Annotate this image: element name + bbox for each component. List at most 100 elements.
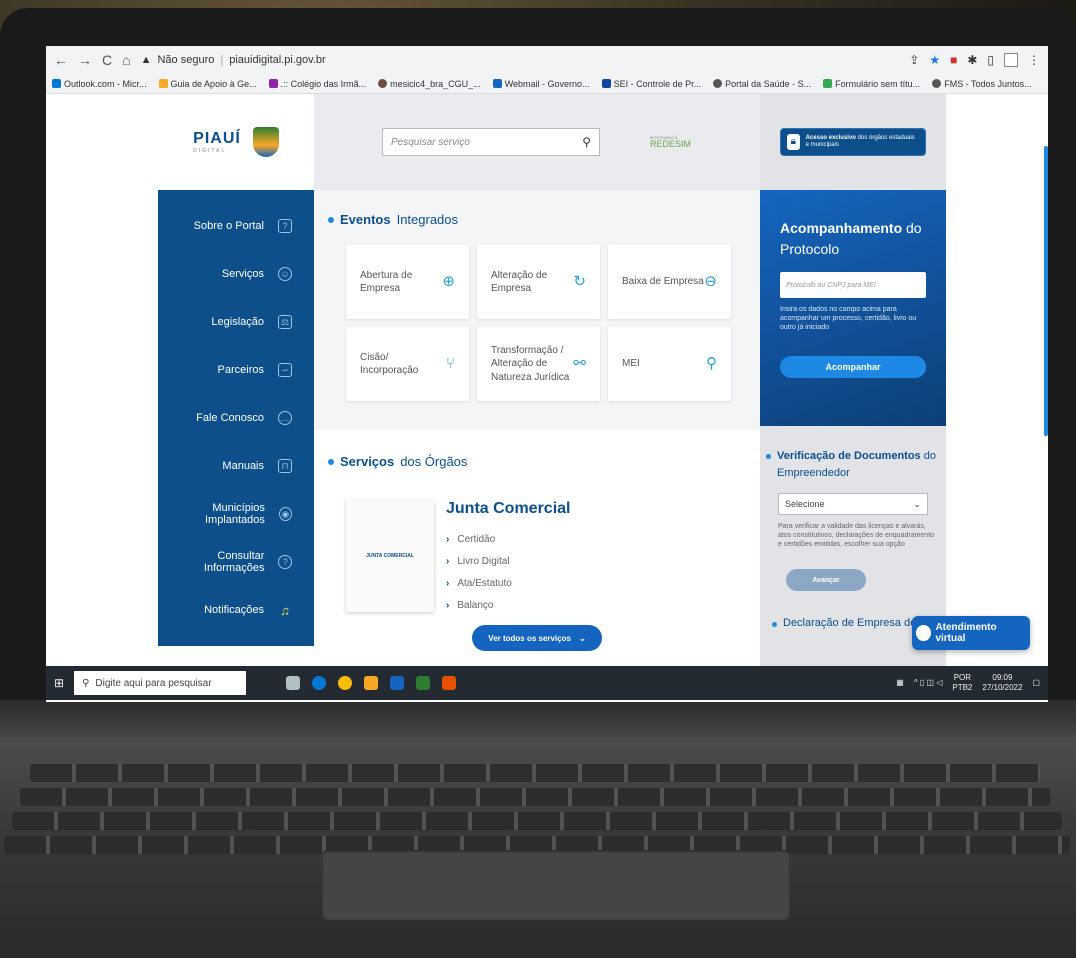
site-logo[interactable]: PIAUÍ DIGITAL [158, 94, 314, 190]
chevron-right-icon: › [446, 577, 450, 589]
verificacao-help: Para verificar a validade das licenças e… [778, 523, 935, 548]
merge-icon: ⑂ [445, 354, 455, 372]
bookmark-item[interactable]: Webmail - Governo... [492, 79, 590, 89]
webmail-icon [492, 79, 502, 88]
home-icon[interactable]: ⌂ [122, 52, 130, 68]
bookmarks-bar: Outlook.com - Micr... Guia de Apoio à Ge… [46, 74, 1048, 94]
notification-icon[interactable]: ▢ [1032, 678, 1040, 688]
bookmark-item[interactable]: SEI - Controle de Pr... [601, 79, 701, 89]
protocolo-input[interactable]: Protocolo ou CNPJ para MEI [780, 272, 926, 298]
card-alteracao[interactable]: Alteração de Empresa ↻ [477, 245, 600, 319]
address-bar[interactable]: ▲ Não seguro | piauidigital.pi.gov.br [141, 54, 326, 66]
laptop-screen: ← → C ⌂ ▲ Não seguro | piauidigital.pi.g… [46, 46, 1048, 702]
documento-select[interactable]: Selecione ⌄ [778, 493, 928, 515]
card-cisao[interactable]: Cisão/ Incorporação ⑂ [346, 327, 469, 401]
chrome-icon[interactable] [338, 676, 353, 690]
book-icon: ⊓ [278, 459, 292, 473]
eventos-cards: Abertura de Empresa ⊕ Alteração de Empres… [314, 227, 760, 401]
card-mei[interactable]: MEI ⚲ [608, 327, 731, 401]
question-icon: ? [278, 219, 292, 233]
bookmark-item[interactable]: FMS - Todos Juntos... [932, 79, 1032, 89]
sidebar-item-manuais[interactable]: Manuais ⊓ [158, 442, 314, 490]
sidebar-item-municipios[interactable]: Municípios Implantados ◉ [158, 490, 314, 538]
outlook-icon [52, 79, 61, 88]
reload-icon[interactable]: C [102, 52, 112, 68]
excel-icon[interactable] [416, 676, 431, 690]
search-icon: ⚲ [82, 677, 90, 689]
atendimento-virtual-button[interactable]: Atendimento virtual [912, 616, 1030, 650]
profile-avatar[interactable] [1004, 53, 1018, 67]
extensions-icon[interactable]: ✱ [967, 53, 977, 67]
acesso-exclusivo-button[interactable]: 🔒︎ Acesso exclusivo dos órgãos estaduais… [780, 128, 926, 156]
word-icon[interactable] [390, 676, 405, 690]
chevron-right-icon: › [446, 599, 450, 611]
globe-icon [378, 79, 388, 88]
chatbot-icon [916, 625, 932, 641]
eventos-title: Eventos Integrados [314, 190, 760, 227]
sidebar-item-notificacoes[interactable]: Notificações ♫ [158, 586, 314, 634]
share-icon[interactable]: ⇪ [909, 53, 919, 67]
forward-icon[interactable]: → [78, 52, 92, 68]
url-separator: | [220, 54, 224, 66]
bookmark-item[interactable]: Guia de Apoio à Ge... [158, 79, 257, 89]
bookmark-item[interactable]: Formulário sem títu... [823, 79, 920, 89]
star-icon[interactable]: ★ [929, 53, 940, 67]
language-indicator[interactable]: POR PTB2 [952, 673, 972, 693]
star-burst-icon [158, 79, 168, 88]
search-input[interactable]: Pesquisar serviço ⚲ [382, 128, 600, 156]
map-pin-icon: ◉ [278, 507, 292, 521]
laptop-keyboard-deck [0, 738, 1076, 958]
task-view-icon[interactable] [286, 676, 301, 690]
bookmark-item[interactable]: .:: Colégio das Irmã... [268, 79, 366, 89]
sei-icon [601, 79, 611, 88]
info-icon: ? [278, 555, 292, 569]
junta-comercial-title[interactable]: Junta Comercial [446, 500, 570, 518]
bookmark-item[interactable]: Outlook.com - Micr... [52, 79, 147, 89]
clock[interactable]: 09:09 27/10/2022 [982, 673, 1022, 693]
pdf-extension-icon[interactable]: ■ [950, 53, 957, 67]
verificacao-section: Verificação de Documentos do Empreendedo… [760, 426, 946, 629]
link-ata-estatuto[interactable]: › Ata/Estatuto [446, 572, 570, 594]
chevron-down-icon: ⌄ [579, 633, 586, 643]
link-livro-digital[interactable]: › Livro Digital [446, 550, 570, 572]
sidebar-item-sobre[interactable]: Sobre o Portal? [158, 202, 314, 250]
sidebar-item-parceiros[interactable]: Parceiros ∽ [158, 346, 314, 394]
sidebar-item-consultar[interactable]: Consultar Informações? [158, 538, 314, 586]
search-icon[interactable]: ⚲ [582, 135, 591, 149]
servicos-section: Serviços dos Órgãos JUNTA COMERCIAL Junt… [314, 430, 760, 666]
keyboard-icon[interactable]: ▦ [896, 678, 904, 688]
edge-icon[interactable] [312, 676, 327, 690]
link-certidao[interactable]: › Certidão [446, 528, 570, 550]
card-abertura[interactable]: Abertura de Empresa ⊕ [346, 245, 469, 319]
laptop-hinge [0, 700, 1076, 740]
bookmark-item[interactable]: Portal da Saúde - S... [713, 79, 811, 89]
scrollbar[interactable] [1044, 146, 1048, 436]
card-baixa[interactable]: Baixa de Empresa ⊖ [608, 245, 731, 319]
bell-icon: ♫ [280, 602, 290, 618]
bookmark-item[interactable]: mesicic4_bra_CGU_... [378, 79, 481, 89]
back-icon[interactable]: ← [54, 52, 68, 68]
system-tray: ▦ ^ ▯ ◫ ◁ POR PTB2 09:09 27/10/2022 ▢ [896, 673, 1040, 693]
sidebar-item-servicos[interactable]: Serviços ☺ [158, 250, 314, 298]
link-balanco[interactable]: › Balanço [446, 594, 570, 616]
left-column: PIAUÍ DIGITAL Sobre o Portal? Serviços ☺ … [158, 94, 314, 666]
sidebar-item-legislacao[interactable]: Legislação ⚖ [158, 298, 314, 346]
acompanhar-button[interactable]: Acompanhar [780, 356, 926, 379]
tray-icons[interactable]: ^ ▯ ◫ ◁ [914, 678, 943, 688]
avancar-button[interactable]: Avançar [786, 569, 866, 592]
menu-icon[interactable]: ⋮ [1028, 53, 1040, 67]
file-explorer-icon[interactable] [364, 676, 379, 690]
powerpoint-icon[interactable] [442, 676, 457, 690]
ver-todos-button[interactable]: Ver todos os serviços ⌄ [472, 625, 602, 651]
junta-comercial-block: JUNTA COMERCIAL Junta Comercial › Certidã… [346, 500, 570, 616]
sidebar-item-fale-conosco[interactable]: Fale Conosco… [158, 394, 314, 442]
junta-comercial-logo[interactable]: JUNTA COMERCIAL [346, 500, 434, 612]
taskbar-search[interactable]: ⚲ Digite aqui para pesquisar [74, 671, 247, 695]
windows-start-icon[interactable]: ⊞ [54, 676, 64, 690]
card-transformacao[interactable]: Transformação / Alteração de Natureza Ju… [477, 327, 600, 401]
bullet-icon [772, 622, 777, 628]
person-icon: ⚲ [706, 354, 717, 372]
sidepanel-icon[interactable]: ▯ [987, 53, 994, 67]
redesim-logo: INTEGRADO À REDESIM [650, 134, 692, 149]
chevron-down-icon: ⌄ [913, 498, 921, 509]
